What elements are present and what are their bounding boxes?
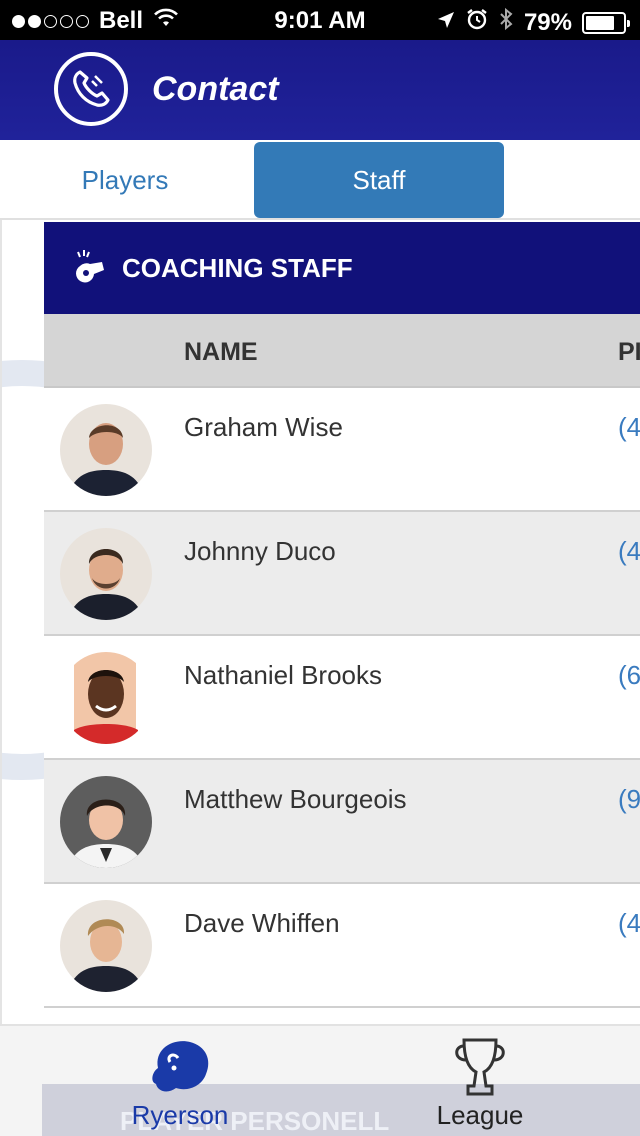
section-title: COACHING STAFF xyxy=(122,252,353,283)
staff-phone-link[interactable]: (9 xyxy=(618,784,640,815)
avatar xyxy=(60,652,152,744)
staff-name: Dave Whiffen xyxy=(184,908,340,938)
alarm-icon xyxy=(466,8,488,37)
staff-list-panel[interactable]: COACHING STAFF NAME PI Graham Wise (4 Jo… xyxy=(0,220,640,1024)
whistle-icon xyxy=(72,248,108,289)
section-header: COACHING STAFF xyxy=(44,222,640,314)
table-row[interactable]: Graham Wise (4 xyxy=(44,388,640,512)
nav-league[interactable]: League xyxy=(400,1034,560,1130)
tab-players[interactable]: Players xyxy=(0,142,250,218)
table-header: NAME PI xyxy=(44,314,640,388)
staff-table-body: Graham Wise (4 Johnny Duco (4 Nathaniel … xyxy=(44,388,640,1008)
staff-name: Nathaniel Brooks xyxy=(184,660,382,690)
location-icon xyxy=(436,9,456,37)
staff-name: Johnny Duco xyxy=(184,536,336,566)
bluetooth-icon xyxy=(498,7,514,38)
table-row[interactable]: Matthew Bourgeois (9 xyxy=(44,760,640,884)
staff-phone-link[interactable]: (4 xyxy=(618,908,640,939)
nav-league-label: League xyxy=(436,1100,524,1130)
staff-name: Graham Wise xyxy=(184,412,343,442)
status-bar: Bell 9:01 AM 79% xyxy=(0,0,640,40)
table-row[interactable]: Nathaniel Brooks (6 xyxy=(44,636,640,760)
avatar xyxy=(60,776,152,868)
avatar xyxy=(60,528,152,620)
staff-phone-link[interactable]: (6 xyxy=(618,660,640,691)
battery-icon xyxy=(582,11,630,34)
nav-ryerson[interactable]: Ryerson xyxy=(100,1034,260,1130)
app-header: Contact xyxy=(0,40,640,140)
phone-icon xyxy=(54,52,128,126)
table-row[interactable]: Johnny Duco (4 xyxy=(44,512,640,636)
nav-ryerson-label: Ryerson xyxy=(131,1100,229,1130)
column-header-phone: PI xyxy=(618,338,640,366)
staff-phone-link[interactable]: (4 xyxy=(618,536,640,567)
avatar xyxy=(60,404,152,496)
battery-percent-label: 79% xyxy=(523,8,572,36)
tab-staff[interactable]: Staff xyxy=(254,142,504,218)
bottom-nav: PLAYER PERSONELL Ryerson League xyxy=(0,1024,640,1136)
table-row[interactable]: Dave Whiffen (4 xyxy=(44,884,640,1008)
tab-bar: Players Staff xyxy=(0,140,640,220)
staff-phone-link[interactable]: (4 xyxy=(618,412,640,443)
avatar xyxy=(60,900,152,992)
column-header-name: NAME xyxy=(184,338,258,366)
page-title: Contact xyxy=(152,70,279,108)
staff-name: Matthew Bourgeois xyxy=(184,784,407,814)
